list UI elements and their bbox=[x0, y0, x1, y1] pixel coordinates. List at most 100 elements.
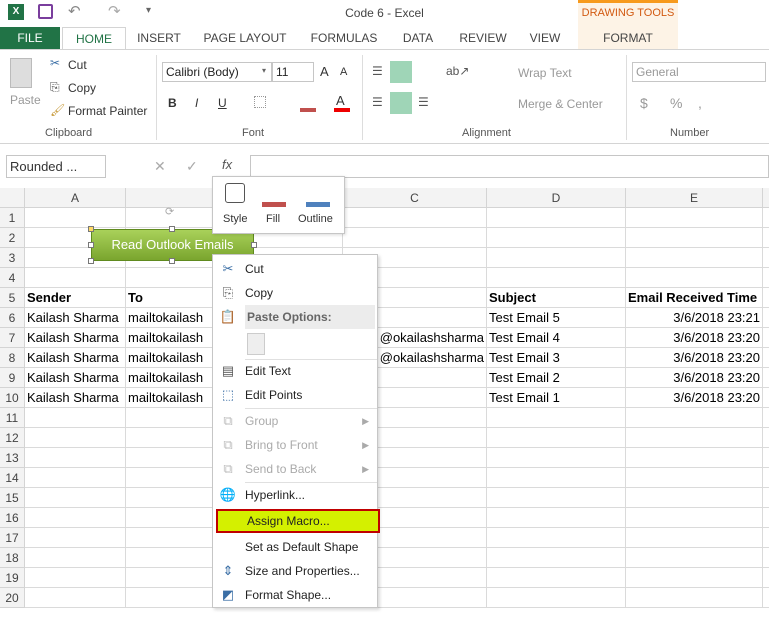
column-header-c[interactable]: C bbox=[343, 188, 487, 208]
cell[interactable]: Email Received Time bbox=[626, 288, 763, 308]
cell[interactable]: 3/6/2018 23:20 bbox=[626, 368, 763, 388]
cell[interactable]: Kailash Sharma bbox=[25, 368, 126, 388]
underline-button[interactable]: U bbox=[218, 96, 227, 110]
left-align-icon[interactable]: ☰ bbox=[372, 95, 383, 109]
cell[interactable] bbox=[626, 268, 763, 288]
cell[interactable] bbox=[487, 588, 626, 608]
shape-style-icon[interactable] bbox=[225, 183, 245, 203]
orientation-icon[interactable]: ab↗ bbox=[446, 64, 469, 78]
cell[interactable] bbox=[25, 448, 126, 468]
menu-item-edit-text[interactable]: ▤ Edit Text bbox=[213, 359, 377, 383]
cell[interactable] bbox=[626, 588, 763, 608]
cell[interactable] bbox=[487, 548, 626, 568]
tab-review[interactable]: REVIEW bbox=[454, 27, 512, 49]
cell[interactable]: Test Email 3 bbox=[487, 348, 626, 368]
cell[interactable]: 3/6/2018 23:21 bbox=[626, 308, 763, 328]
cell[interactable] bbox=[763, 428, 769, 448]
fill-color-icon[interactable] bbox=[300, 108, 316, 112]
row-header[interactable]: 9 bbox=[0, 368, 25, 388]
cell[interactable]: 3/6/2018 23:20 bbox=[626, 388, 763, 408]
tab-view[interactable]: VIEW bbox=[524, 27, 566, 49]
rotate-handle-icon[interactable]: ⟳ bbox=[165, 205, 174, 218]
row-header[interactable]: 6 bbox=[0, 308, 25, 328]
column-header-e[interactable]: E bbox=[626, 188, 763, 208]
menu-item-assign-macro[interactable]: Assign Macro... bbox=[216, 509, 380, 533]
cell[interactable] bbox=[487, 468, 626, 488]
cell[interactable] bbox=[25, 488, 126, 508]
cell[interactable]: Test Email 2 bbox=[487, 368, 626, 388]
menu-item-set-default-shape[interactable]: Set as Default Shape bbox=[213, 535, 377, 559]
row-header[interactable]: 7 bbox=[0, 328, 25, 348]
cell[interactable] bbox=[25, 568, 126, 588]
center-align-button[interactable] bbox=[390, 92, 412, 114]
cell[interactable]: Kailash Sharma bbox=[25, 328, 126, 348]
menu-item-hyperlink[interactable]: 🌐 Hyperlink... bbox=[213, 483, 377, 507]
cell[interactable] bbox=[763, 588, 769, 608]
cell[interactable]: Test Email 4 bbox=[487, 328, 626, 348]
number-format-select[interactable]: General bbox=[632, 62, 766, 82]
cell[interactable] bbox=[487, 428, 626, 448]
cell[interactable] bbox=[487, 528, 626, 548]
cell[interactable] bbox=[626, 468, 763, 488]
cell[interactable] bbox=[763, 208, 769, 228]
menu-item-cut[interactable]: ✂ Cut bbox=[213, 257, 377, 281]
row-header[interactable]: 10 bbox=[0, 388, 25, 408]
tab-formulas[interactable]: FORMULAS bbox=[306, 27, 382, 49]
cell[interactable] bbox=[763, 368, 769, 388]
column-header-d[interactable]: D bbox=[487, 188, 626, 208]
row-header[interactable]: 14 bbox=[0, 468, 25, 488]
cell[interactable] bbox=[763, 548, 769, 568]
italic-button[interactable]: I bbox=[195, 96, 198, 110]
row-header[interactable]: 4 bbox=[0, 268, 25, 288]
paste-button[interactable]: Paste bbox=[10, 93, 41, 107]
top-align-icon[interactable]: ☰ bbox=[372, 64, 383, 78]
cell[interactable] bbox=[763, 248, 769, 268]
paste-option-icon[interactable] bbox=[247, 333, 265, 355]
outline-button[interactable]: Outline bbox=[298, 213, 333, 225]
row-header[interactable]: 16 bbox=[0, 508, 25, 528]
borders-icon[interactable] bbox=[254, 96, 266, 108]
cell[interactable]: Kailash Sharma bbox=[25, 348, 126, 368]
menu-item-copy[interactable]: ⎘ Copy bbox=[213, 281, 377, 305]
cell[interactable] bbox=[626, 228, 763, 248]
cell[interactable] bbox=[626, 508, 763, 528]
cell[interactable] bbox=[25, 468, 126, 488]
row-header[interactable]: 1 bbox=[0, 208, 25, 228]
font-size-select[interactable]: 11 bbox=[272, 62, 314, 82]
row-header[interactable]: 11 bbox=[0, 408, 25, 428]
cell[interactable] bbox=[25, 548, 126, 568]
cell[interactable] bbox=[763, 468, 769, 488]
row-header[interactable]: 19 bbox=[0, 568, 25, 588]
cell[interactable]: Test Email 1 bbox=[487, 388, 626, 408]
cell[interactable] bbox=[763, 568, 769, 588]
row-header[interactable]: 8 bbox=[0, 348, 25, 368]
cell[interactable] bbox=[25, 208, 126, 228]
row-header[interactable]: 12 bbox=[0, 428, 25, 448]
shape-handle[interactable] bbox=[88, 226, 94, 232]
wrap-text-button[interactable]: Wrap Text bbox=[518, 66, 572, 80]
cell[interactable] bbox=[626, 208, 763, 228]
insert-function-button[interactable]: fx bbox=[222, 157, 232, 172]
cell[interactable] bbox=[626, 488, 763, 508]
bold-button[interactable]: B bbox=[168, 96, 177, 110]
cell[interactable] bbox=[487, 508, 626, 528]
cell[interactable]: 3/6/2018 23:20 bbox=[626, 328, 763, 348]
cell[interactable] bbox=[626, 548, 763, 568]
cell[interactable] bbox=[487, 248, 626, 268]
cell[interactable] bbox=[487, 488, 626, 508]
shape-handle[interactable] bbox=[88, 258, 94, 264]
tab-home[interactable]: HOME bbox=[62, 27, 126, 49]
cell[interactable]: Kailash Sharma bbox=[25, 388, 126, 408]
cell[interactable] bbox=[487, 448, 626, 468]
cut-button[interactable]: Cut bbox=[68, 58, 87, 72]
enter-icon[interactable]: ✓ bbox=[186, 158, 198, 175]
merge-center-button[interactable]: Merge & Center bbox=[518, 97, 603, 111]
menu-item-send-to-back[interactable]: ⧉ Send to Back ▶ bbox=[213, 457, 377, 481]
cell[interactable] bbox=[763, 268, 769, 288]
font-name-select[interactable]: Calibri (Body) bbox=[162, 62, 272, 82]
cell[interactable] bbox=[25, 588, 126, 608]
row-header[interactable]: 3 bbox=[0, 248, 25, 268]
tab-page-layout[interactable]: PAGE LAYOUT bbox=[196, 27, 294, 49]
cell[interactable] bbox=[763, 508, 769, 528]
cell[interactable] bbox=[487, 208, 626, 228]
